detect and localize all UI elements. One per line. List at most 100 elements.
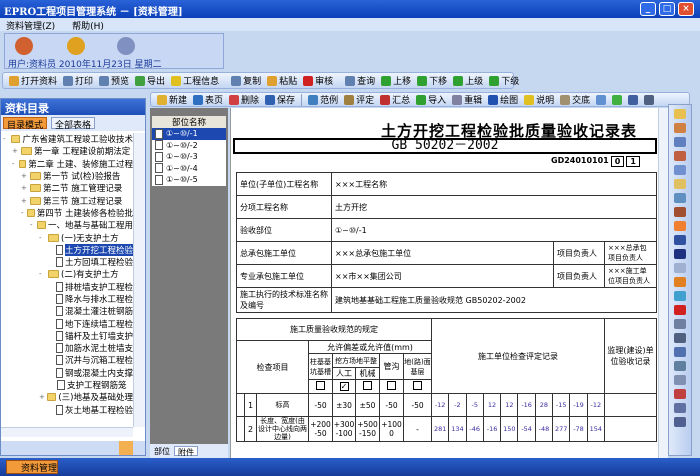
toolbar-button[interactable]: 下级	[489, 74, 519, 87]
measured-value[interactable]: -12	[430, 393, 450, 417]
menu-help[interactable]: 帮助(H)	[72, 22, 104, 32]
toolbar-button[interactable]: 范例	[308, 93, 338, 106]
view-icon[interactable]	[644, 94, 655, 105]
tree-node[interactable]: 沉井与沉箱工程检	[1, 354, 133, 366]
toolbar-button[interactable]: 打开资料	[9, 74, 57, 87]
supervisor-record-cell[interactable]	[604, 393, 658, 417]
tree-horizontal-scrollbar[interactable]	[1, 427, 133, 437]
view-icon[interactable]	[612, 94, 623, 105]
format-tool-icon[interactable]	[674, 319, 686, 329]
measured-value[interactable]: 12	[500, 393, 519, 417]
inspection-part-field[interactable]: ①~⑩/-1	[331, 218, 657, 242]
expand-toggle-icon[interactable]: +	[21, 184, 28, 192]
close-button[interactable]: ×	[678, 2, 694, 16]
format-tool-icon[interactable]	[674, 123, 686, 133]
toolbar-button[interactable]: 上级	[453, 74, 483, 87]
format-tool-icon[interactable]	[674, 361, 686, 371]
part-list-item[interactable]: ①~⑩/-2	[152, 139, 226, 151]
format-tool-icon[interactable]	[674, 277, 686, 287]
expand-toggle-icon[interactable]: -	[30, 221, 35, 229]
unit-name-field[interactable]: ×××工程名称	[331, 172, 657, 196]
expand-toggle-icon[interactable]: +	[12, 147, 19, 155]
expand-toggle-icon[interactable]: +	[39, 393, 45, 401]
gc-manager-field[interactable]: ×××总承包项目负责人	[604, 241, 657, 265]
tree-node[interactable]: 灰土地基工程检验	[1, 404, 133, 416]
expand-toggle-icon[interactable]: -	[3, 135, 9, 143]
measured-value[interactable]: 134	[448, 416, 467, 442]
tree-node[interactable]: - (一)无支护土方	[1, 231, 133, 244]
toolbar-button[interactable]: 表页	[193, 93, 223, 106]
expand-toggle-icon[interactable]: -	[12, 160, 17, 168]
format-tool-icon[interactable]	[674, 109, 686, 119]
tree-node[interactable]: - 第二章 土建、装修施工过程	[1, 158, 133, 170]
maximize-button[interactable]: □	[659, 2, 675, 16]
taskbar-data-management-button[interactable]: 资料管理	[6, 460, 58, 474]
toolbar-button[interactable]: 评定	[344, 93, 374, 106]
document-scrollbar[interactable]	[658, 108, 668, 458]
toolbar-button[interactable]: 导入	[416, 93, 446, 106]
format-tool-icon[interactable]	[674, 375, 686, 385]
view-icon[interactable]	[596, 94, 607, 105]
format-tool-icon[interactable]	[674, 221, 686, 231]
toolbar-button[interactable]: 新建	[157, 93, 187, 106]
toolbar-button[interactable]: 导出	[135, 74, 165, 87]
tab-parts[interactable]: 部位	[154, 446, 170, 456]
expand-toggle-icon[interactable]: +	[21, 197, 28, 205]
measured-value[interactable]: -48	[534, 416, 554, 442]
toolbar-button[interactable]: 预览	[99, 74, 129, 87]
tree-node[interactable]: - 一、地基与基础工程用	[1, 219, 133, 231]
toolbar-button[interactable]: 复制	[231, 74, 261, 87]
format-tool-icon[interactable]	[674, 263, 686, 273]
format-tool-icon[interactable]	[674, 235, 686, 245]
tree-node[interactable]: 锚杆及土钉墙支护	[1, 330, 133, 342]
all-tables-button[interactable]: 全部表格	[51, 117, 96, 131]
expand-toggle-icon[interactable]: -	[39, 234, 46, 242]
measured-value[interactable]: -12	[586, 393, 606, 417]
expand-toggle-icon[interactable]: -	[39, 270, 46, 278]
tree-node[interactable]: - (二)有支护土方	[1, 268, 133, 280]
measured-value[interactable]: 12	[482, 393, 502, 417]
code-box[interactable]: 1	[626, 156, 640, 167]
tree-node[interactable]: - 广东省建筑工程竣工验收技术	[1, 133, 133, 145]
format-tool-icon[interactable]	[674, 305, 686, 315]
toolbar-button[interactable]: 汇总	[380, 93, 410, 106]
format-tool-icon[interactable]	[674, 165, 686, 175]
toolbar-button[interactable]: 查询	[345, 74, 375, 87]
menu-data-management[interactable]: 资料管理(Z)	[6, 22, 55, 32]
code-box[interactable]: 0	[610, 156, 625, 167]
tree-node[interactable]: 地下连续墙工程检	[1, 317, 133, 330]
format-tool-icon[interactable]	[674, 207, 686, 217]
toolbar-button[interactable]: 粘贴	[267, 74, 297, 87]
tree-node[interactable]: 混凝土灌注桩钢筋	[1, 305, 133, 317]
tolerance-checkbox[interactable]	[387, 381, 396, 390]
measured-value[interactable]: -16	[517, 393, 536, 417]
format-tool-icon[interactable]	[674, 291, 686, 301]
tree-node[interactable]: + 第一节 试(检)验报告	[1, 170, 133, 182]
measured-value[interactable]: 28	[534, 393, 554, 417]
general-contractor-field[interactable]: ×××总承包施工单位	[331, 241, 554, 265]
measured-value[interactable]: 277	[552, 416, 571, 442]
catalog-mode-button[interactable]: 目录模式	[3, 117, 48, 131]
tree-vertical-scrollbar[interactable]	[133, 133, 145, 427]
measured-value[interactable]: -78	[569, 416, 588, 442]
expand-toggle-icon[interactable]: +	[21, 172, 28, 180]
sub-contractor-field[interactable]: ××市××集团公司	[331, 264, 554, 288]
part-list-item[interactable]: ①~⑩/-1	[152, 128, 226, 140]
toolbar-button[interactable]: 工程信息	[171, 74, 219, 87]
format-tool-icon[interactable]	[674, 137, 686, 147]
measured-value[interactable]: 281	[430, 416, 450, 442]
tolerance-checkbox[interactable]	[316, 381, 325, 390]
measured-value[interactable]: -46	[465, 416, 484, 442]
tolerance-checkbox[interactable]	[413, 381, 422, 390]
toolbar-button[interactable]: 上移	[381, 74, 411, 87]
measured-value[interactable]: -16	[482, 416, 502, 442]
sc-manager-field[interactable]: ×××施工单位项目负责人	[604, 264, 657, 288]
minimize-button[interactable]: _	[640, 2, 656, 16]
format-tool-icon[interactable]	[674, 403, 686, 413]
tree-node[interactable]: 加筋水泥土桩墙支	[1, 342, 133, 354]
subitem-name-field[interactable]: 土方开挖	[331, 195, 657, 219]
toolbar-button[interactable]: 下移	[417, 74, 447, 87]
toolbar-button[interactable]: 审核	[303, 74, 333, 87]
tree-node[interactable]: - 第四节 土建装修各检验批	[1, 207, 133, 219]
tree-node[interactable]: + 第二节 施工管理记录	[1, 182, 133, 194]
